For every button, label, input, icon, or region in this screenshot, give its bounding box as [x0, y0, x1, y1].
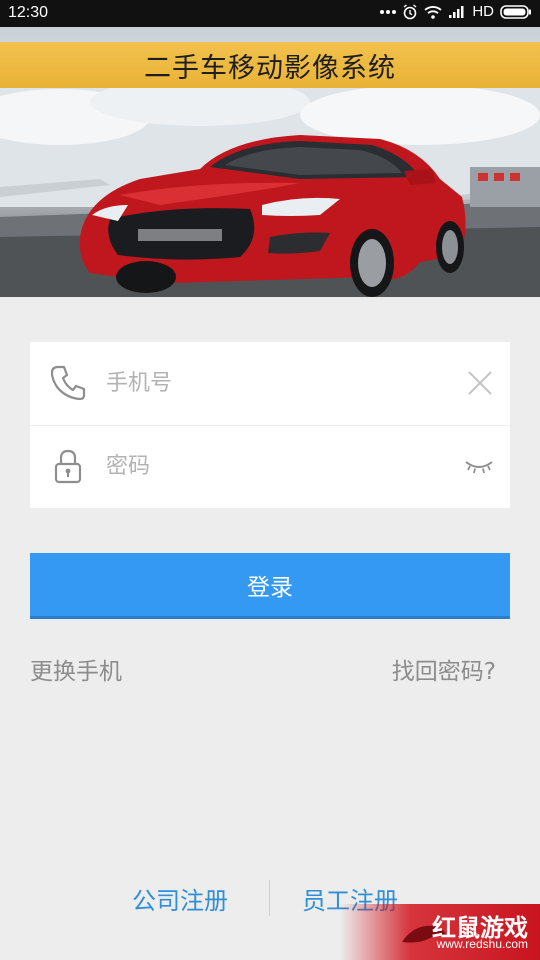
- network-label: HD: [472, 3, 494, 20]
- phone-input[interactable]: [106, 362, 436, 404]
- wifi-icon: [424, 5, 442, 19]
- divider: [269, 880, 270, 916]
- battery-icon: [500, 4, 532, 19]
- watermark: 红鼠游戏 www.redshu.com: [340, 904, 540, 960]
- login-button[interactable]: 登录: [30, 553, 510, 619]
- phone-icon: [48, 363, 88, 403]
- clear-icon[interactable]: [466, 369, 494, 397]
- car-image: [0, 87, 540, 297]
- watermark-url: www.redshu.com: [436, 937, 528, 951]
- login-card: [30, 342, 510, 508]
- banner-title-strip: 二手车移动影像系统: [0, 42, 540, 88]
- alarm-icon: [402, 3, 418, 20]
- password-field-row: [30, 425, 510, 508]
- phone-field-row: [30, 342, 510, 426]
- recover-password-link[interactable]: 找回密码?: [392, 652, 496, 686]
- change-phone-link[interactable]: 更换手机: [30, 652, 122, 686]
- banner: 二手车移动影像系统: [0, 27, 540, 297]
- status-bar: 12:30 HD: [0, 0, 540, 27]
- app-title: 二手车移动影像系统: [144, 52, 396, 84]
- eye-closed-icon[interactable]: [464, 457, 494, 475]
- more-dots-icon: [380, 9, 397, 15]
- lock-icon: [48, 446, 88, 486]
- signal-icon: [448, 5, 466, 19]
- status-time: 12:30: [8, 4, 49, 21]
- status-icons: HD: [380, 3, 532, 20]
- company-register-link[interactable]: 公司注册: [132, 881, 228, 916]
- password-input[interactable]: [106, 445, 436, 487]
